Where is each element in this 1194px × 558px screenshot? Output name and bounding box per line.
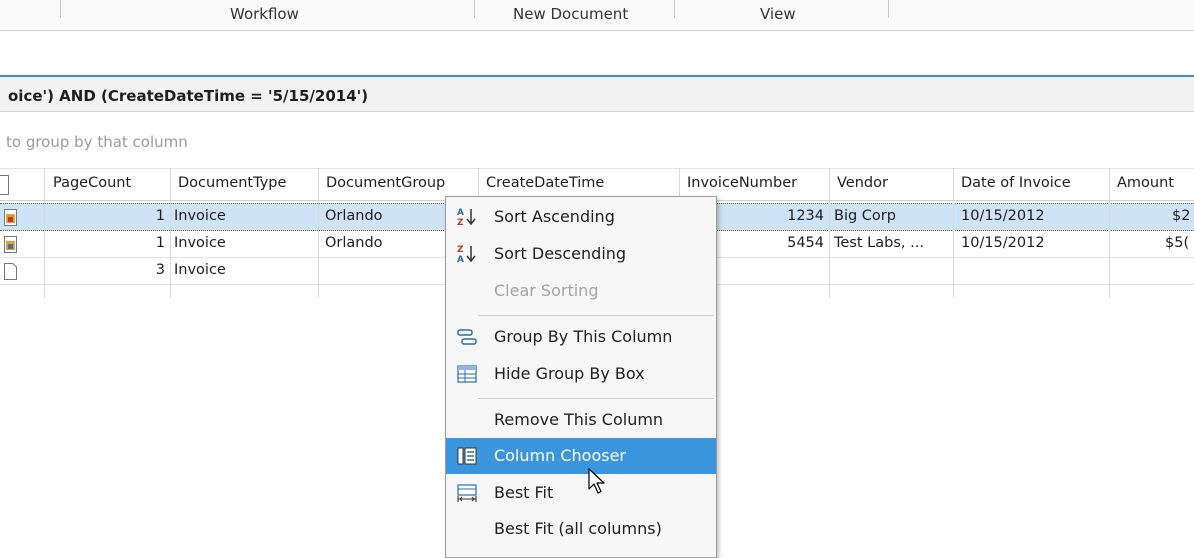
ribbon-separator [60, 0, 61, 18]
ribbon-group-new-document[interactable]: New Document [513, 5, 628, 23]
cell-documenttype: Invoice [174, 235, 226, 251]
menu-item-hide-group-by-box[interactable]: Hide Group By Box [446, 356, 716, 392]
column-header-date-of-invoice[interactable]: Date of Invoice [961, 175, 1071, 191]
group-by-box-hint[interactable]: to group by that column [6, 133, 188, 151]
cell-date-of-invoice: 10/15/2012 [961, 235, 1045, 251]
grid-line [829, 168, 830, 298]
menu-item-sort-ascending[interactable]: A Z Sort Ascending [446, 199, 716, 235]
column-header-amount[interactable]: Amount [1117, 175, 1174, 191]
column-header-documentgroup[interactable]: DocumentGroup [326, 175, 445, 191]
ribbon-group-view[interactable]: View [760, 5, 796, 23]
menu-item-column-chooser[interactable]: Column Chooser [446, 438, 716, 474]
column-header-pagecount[interactable]: PageCount [53, 175, 131, 191]
column-header-createdatetime[interactable]: CreateDateTime [486, 175, 604, 191]
column-context-menu: A Z Sort Ascending Z A Sort Descending C… [445, 196, 717, 558]
cell-date-of-invoice: 10/15/2012 [961, 208, 1045, 224]
cell-documentgroup: Orlando [325, 235, 383, 251]
column-header-vendor[interactable]: Vendor [837, 175, 888, 191]
group-by-icon [457, 329, 477, 345]
grid-line [44, 168, 45, 298]
blank-document-icon [4, 263, 17, 280]
image-document-icon [4, 236, 17, 253]
cell-vendor: Big Corp [834, 208, 896, 224]
cell-documenttype: Invoice [174, 208, 226, 224]
ribbon-separator [474, 0, 475, 18]
group-box-icon [457, 365, 477, 383]
grid-line [318, 168, 319, 298]
cell-amount: $2 [1172, 208, 1191, 224]
svg-text:A: A [457, 208, 464, 218]
ribbon-group-workflow[interactable]: Workflow [230, 5, 299, 23]
header-checkbox-icon[interactable] [0, 175, 9, 195]
sort-ascending-icon: A Z [457, 208, 476, 227]
menu-item-group-by-this-column[interactable]: Group By This Column [446, 319, 716, 355]
grid-line [953, 168, 954, 298]
column-header-invoicenumber[interactable]: InvoiceNumber [687, 175, 797, 191]
cell-vendor: Test Labs, ... [834, 235, 924, 251]
grid-line [1109, 168, 1110, 298]
image-document-icon [4, 209, 17, 226]
best-fit-icon [457, 484, 477, 502]
menu-item-best-fit[interactable]: Best Fit [446, 475, 716, 511]
ribbon-separator [674, 0, 675, 18]
grid-line [170, 168, 171, 298]
ribbon-separator [888, 0, 889, 18]
svg-text:Z: Z [457, 245, 464, 255]
column-chooser-icon [457, 447, 477, 465]
menu-separator [478, 398, 714, 399]
svg-text:A: A [457, 255, 464, 264]
menu-item-remove-this-column[interactable]: Remove This Column [446, 402, 716, 438]
mouse-pointer-icon [588, 468, 605, 494]
sort-descending-icon: Z A [457, 245, 476, 264]
menu-separator [478, 315, 714, 316]
cell-pagecount: 1 [155, 235, 165, 251]
cell-documenttype: Invoice [174, 262, 226, 278]
menu-item-clear-sorting[interactable]: Clear Sorting [446, 273, 716, 309]
cell-amount: $5( [1165, 235, 1190, 251]
column-header-documenttype[interactable]: DocumentType [178, 175, 286, 191]
cell-pagecount: 3 [155, 262, 165, 278]
cell-pagecount: 1 [155, 208, 165, 224]
menu-item-best-fit-all-columns[interactable]: Best Fit (all columns) [446, 511, 716, 547]
cell-documentgroup: Orlando [325, 208, 383, 224]
ribbon-divider [0, 30, 1194, 31]
filter-expression[interactable]: oice') AND (CreateDateTime = '5/15/2014'… [8, 87, 368, 105]
svg-text:Z: Z [457, 218, 464, 227]
menu-item-sort-descending[interactable]: Z A Sort Descending [446, 236, 716, 272]
